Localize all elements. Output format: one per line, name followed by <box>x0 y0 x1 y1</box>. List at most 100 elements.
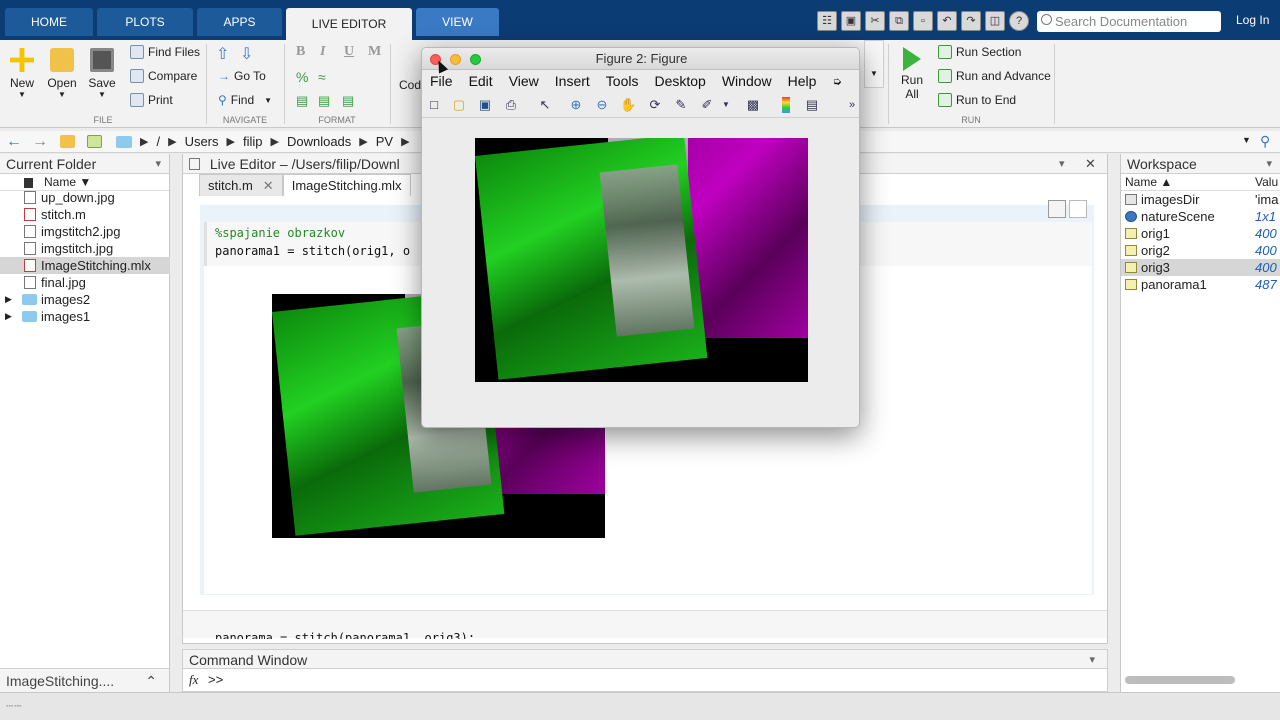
cut-icon[interactable]: ✂ <box>865 11 885 31</box>
figure-title-bar[interactable]: Figure 2: Figure <box>422 48 859 70</box>
run-all-button[interactable]: Run All <box>892 44 932 101</box>
next-code-section[interactable]: panorama = stitch(panorama1, orig3); <box>183 610 1107 639</box>
table-row[interactable]: orig3 400 <box>1121 259 1280 276</box>
search-documentation-input[interactable]: Search Documentation <box>1037 11 1221 32</box>
underline-button[interactable]: U <box>344 44 354 60</box>
percent-icon[interactable]: % <box>296 69 308 85</box>
pointer-icon[interactable]: ↖ <box>537 97 553 113</box>
colorbar-icon[interactable] <box>782 97 790 113</box>
back-icon[interactable]: ← <box>6 133 22 151</box>
undo-icon[interactable]: ↶ <box>937 11 957 31</box>
arrow-down-icon[interactable]: ⇩ <box>240 44 253 64</box>
breadcrumb-downloads[interactable]: Downloads <box>287 134 351 149</box>
uncomment-icon[interactable]: ≈ <box>318 69 326 85</box>
table-row[interactable]: orig1 400 <box>1121 225 1280 242</box>
save-quick-icon[interactable]: ▣ <box>841 11 861 31</box>
maximize-window-icon[interactable] <box>470 54 481 65</box>
figure-window[interactable]: Figure 2: Figure File Edit View Insert T… <box>421 47 860 428</box>
breadcrumb-root[interactable]: / <box>156 134 160 149</box>
output-inline-icon[interactable] <box>1048 200 1066 218</box>
command-window-input[interactable]: fx >> <box>182 669 1108 692</box>
save-figure-icon[interactable]: ▣ <box>477 97 493 113</box>
menu-tools[interactable]: Tools <box>606 73 639 89</box>
menu-window[interactable]: Window <box>722 73 772 89</box>
menu-file[interactable]: File <box>430 73 453 89</box>
details-bar[interactable]: ImageStitching.... ⌃ <box>0 668 169 692</box>
monospace-button[interactable]: M <box>368 44 381 60</box>
paste-icon[interactable]: ▫ <box>913 11 933 31</box>
tab-view[interactable]: VIEW <box>416 8 499 36</box>
browse-folder-icon[interactable] <box>87 135 102 148</box>
copy-icon[interactable]: ⧉ <box>889 11 909 31</box>
minimize-window-icon[interactable] <box>450 54 461 65</box>
menu-help[interactable]: Help <box>788 73 817 89</box>
new-button[interactable]: New ▼ <box>2 44 42 99</box>
search-folder-icon[interactable]: ⚲ <box>1260 133 1270 150</box>
breadcrumb-users[interactable]: Users <box>185 134 219 149</box>
indent-icon[interactable]: ▤ <box>296 93 308 109</box>
login-link[interactable]: Log In <box>1236 13 1269 27</box>
expand-icon[interactable]: ▶ <box>5 291 12 308</box>
tab-stitch-m[interactable]: stitch.m ✕ <box>199 174 283 196</box>
print-button[interactable]: Print <box>130 93 173 107</box>
list-item[interactable]: ImageStitching.mlx <box>0 257 170 274</box>
tab-live-editor[interactable]: LIVE EDITOR <box>286 8 412 40</box>
breadcrumb-pv[interactable]: PV <box>376 134 393 149</box>
output-right-icon[interactable] <box>1069 200 1087 218</box>
panel-menu-icon[interactable]: ▾ <box>1089 650 1095 670</box>
bold-button[interactable]: B <box>296 44 305 60</box>
fx-icon[interactable]: fx <box>189 672 198 687</box>
layout-icon[interactable]: ☷ <box>817 11 837 31</box>
legend-icon[interactable]: ▤ <box>804 97 820 113</box>
list-item[interactable]: imgstitch2.jpg <box>0 223 170 240</box>
workspace-column-header[interactable]: Name ▲ Valu <box>1121 174 1280 191</box>
redo-icon[interactable]: ↷ <box>961 11 981 31</box>
menu-insert[interactable]: Insert <box>555 73 590 89</box>
open-file-icon[interactable]: ▢ <box>451 97 467 113</box>
zoom-in-icon[interactable]: ⊕ <box>568 97 584 113</box>
horizontal-scrollbar[interactable] <box>1125 676 1235 684</box>
run-and-advance-button[interactable]: Run and Advance <box>938 69 1051 83</box>
tab-plots[interactable]: PLOTS <box>97 8 193 36</box>
panel-menu-icon[interactable]: ▾ <box>155 154 161 174</box>
close-icon[interactable]: ✕ <box>263 178 274 193</box>
link-plot-icon[interactable]: ▩ <box>745 97 761 113</box>
run-section-button[interactable]: Run Section <box>938 45 1021 59</box>
breadcrumb-filip[interactable]: filip <box>243 134 263 149</box>
table-row[interactable]: orig2 400 <box>1121 242 1280 259</box>
zoom-out-icon[interactable]: ⊖ <box>594 97 610 113</box>
save-button[interactable]: Save ▼ <box>82 44 122 99</box>
chevron-down-icon[interactable]: ▼ <box>718 97 734 113</box>
close-icon[interactable]: ✕ <box>1085 154 1096 174</box>
tab-imagestitching-mlx[interactable]: ImageStitching.mlx <box>282 174 411 196</box>
expand-icon[interactable]: ▶ <box>5 308 12 325</box>
run-to-end-button[interactable]: Run to End <box>938 93 1016 107</box>
table-row[interactable]: natureScene 1x1 <box>1121 208 1280 225</box>
table-row[interactable]: imagesDir 'ima <box>1121 191 1280 208</box>
arrow-up-icon[interactable]: ⇧ <box>216 44 229 64</box>
menu-edit[interactable]: Edit <box>469 73 493 89</box>
go-to-button[interactable]: → Go To <box>218 69 266 83</box>
italic-button[interactable]: I <box>320 44 325 60</box>
run-options-dropdown[interactable]: ▼ <box>864 40 884 88</box>
menu-desktop[interactable]: Desktop <box>654 73 705 89</box>
list-item[interactable]: imgstitch.jpg <box>0 240 170 257</box>
address-dropdown-icon[interactable]: ▼ <box>1242 135 1251 145</box>
smart-indent-icon[interactable]: ▤ <box>342 93 354 109</box>
pan-icon[interactable]: ✋ <box>620 97 636 113</box>
up-folder-icon[interactable] <box>60 135 75 148</box>
list-item[interactable]: stitch.m <box>0 206 170 223</box>
switch-windows-icon[interactable]: ◫ <box>985 11 1005 31</box>
panel-menu-icon[interactable]: ▾ <box>1266 154 1272 174</box>
chevron-up-icon[interactable]: ⌃ <box>145 669 157 693</box>
list-item[interactable]: ▶ images2 <box>0 291 170 308</box>
open-button[interactable]: Open ▼ <box>42 44 82 99</box>
rotate-icon[interactable]: ⟳ <box>647 97 663 113</box>
tab-apps[interactable]: APPS <box>197 8 282 36</box>
toolbar-overflow-icon[interactable]: » <box>844 97 859 113</box>
find-button[interactable]: ⚲ Find ▼ <box>218 93 272 107</box>
tab-home[interactable]: HOME <box>5 8 93 36</box>
find-files-button[interactable]: Find Files <box>130 45 200 59</box>
table-row[interactable]: panorama1 487 <box>1121 276 1280 293</box>
list-item[interactable]: ▶ images1 <box>0 308 170 325</box>
